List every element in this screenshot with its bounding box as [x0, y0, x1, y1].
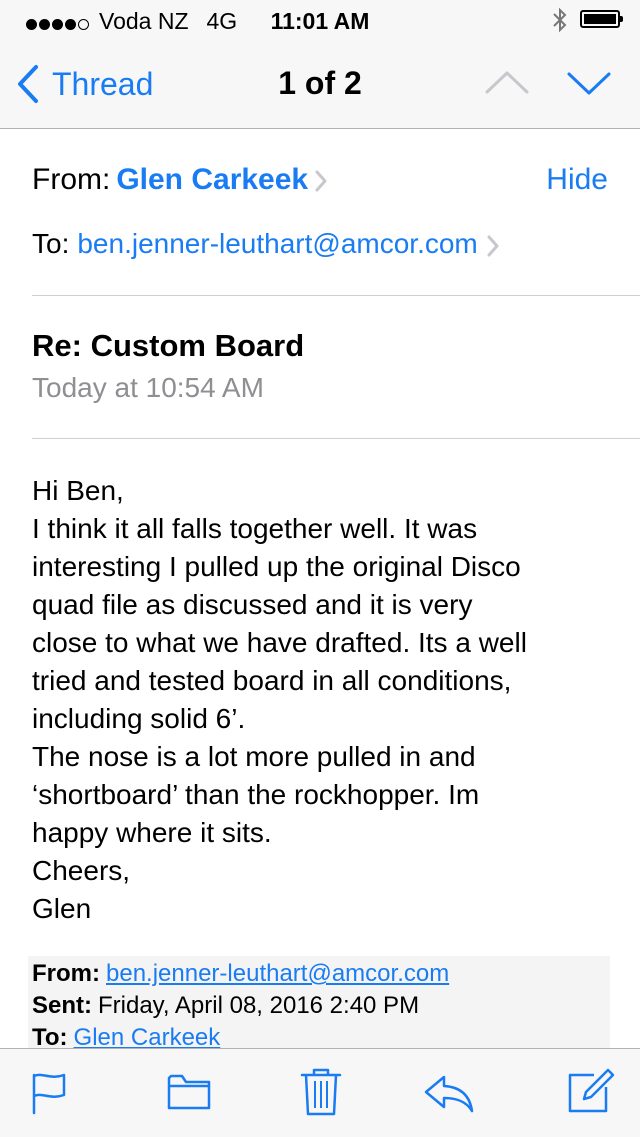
- from-row: From: Glen Carkeek Hide: [32, 163, 608, 203]
- body-line: interesting I pulled up the original Dis…: [32, 551, 521, 582]
- message-subject: Re: Custom Board: [32, 328, 305, 363]
- from-label: From:: [32, 163, 111, 196]
- recipient-address[interactable]: ben.jenner-leuthart@amcor.com: [77, 228, 477, 259]
- body-line: quad file as discussed and it is very: [32, 589, 473, 620]
- body-line: Cheers,: [32, 855, 131, 886]
- chevron-right-icon: [315, 170, 327, 192]
- body-line: Glen: [32, 893, 92, 924]
- message-body: Hi Ben, I think it all falls together we…: [32, 472, 622, 928]
- quoted-sent-row: Sent: Friday, April 08, 2016 2:40 PM: [32, 992, 419, 1020]
- quoted-sent-value: Friday, April 08, 2016 2:40 PM: [98, 992, 420, 1019]
- bluetooth-icon: [553, 7, 567, 33]
- quoted-sent-label: Sent:: [32, 992, 92, 1019]
- quoted-message: From: ben.jenner-leuthart@amcor.com Sent:…: [28, 956, 610, 1048]
- body-line: happy where it sits.: [32, 817, 272, 848]
- quoted-to-row: To: Glen Carkeek: [32, 1024, 220, 1048]
- quoted-from-row: From: ben.jenner-leuthart@amcor.com: [32, 960, 449, 988]
- body-line: The nose is a lot more pulled in and: [32, 741, 476, 772]
- chevron-left-icon: [18, 65, 38, 103]
- to-label: To:: [32, 228, 70, 259]
- body-line: ‘shortboard’ than the rockhopper. Im: [32, 779, 480, 810]
- sender-name[interactable]: Glen Carkeek: [116, 163, 308, 196]
- chevron-right-icon: [487, 235, 499, 257]
- compose-icon[interactable]: [566, 1067, 616, 1115]
- body-line: I think it all falls together well. It w…: [32, 513, 478, 544]
- quoted-from-label: From:: [32, 960, 100, 987]
- navigation-bar: Thread 1 of 2: [0, 40, 640, 129]
- to-row: To: ben.jenner-leuthart@amcor.com: [32, 228, 500, 260]
- status-time: 11:01 AM: [270, 8, 370, 34]
- previous-message-button[interactable]: [484, 66, 530, 100]
- next-message-button[interactable]: [566, 66, 612, 100]
- message-date: Today at 10:54 AM: [32, 372, 264, 403]
- back-button[interactable]: Thread: [16, 62, 153, 106]
- quoted-to-link[interactable]: Glen Carkeek: [74, 1024, 221, 1048]
- trash-icon[interactable]: [300, 1067, 342, 1117]
- bottom-toolbar: [0, 1048, 640, 1137]
- quoted-from-link[interactable]: ben.jenner-leuthart@amcor.com: [106, 960, 449, 987]
- body-line: tried and tested board in all conditions…: [32, 665, 512, 696]
- flag-icon[interactable]: [30, 1071, 70, 1115]
- reply-icon[interactable]: [422, 1071, 476, 1115]
- status-bar: Voda NZ 4G 11:01 AM: [0, 0, 640, 40]
- battery-icon: [580, 10, 623, 28]
- body-line: Hi Ben,: [32, 475, 124, 506]
- body-line: close to what we have drafted. Its a wel…: [32, 627, 527, 658]
- folder-icon[interactable]: [166, 1071, 212, 1111]
- header-divider: [32, 295, 640, 296]
- back-button-label: Thread: [52, 65, 154, 102]
- hide-button[interactable]: Hide: [546, 163, 608, 197]
- subject-divider: [32, 438, 640, 439]
- quoted-to-label: To:: [32, 1024, 68, 1048]
- body-line: including solid 6’.: [32, 703, 246, 734]
